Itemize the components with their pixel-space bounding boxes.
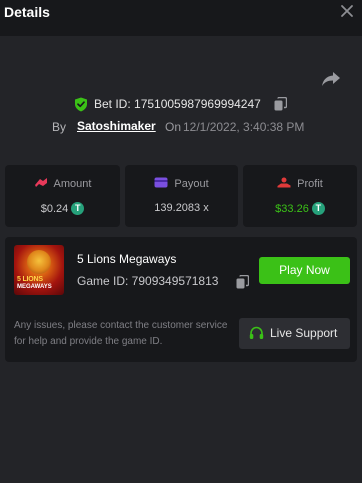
payout-value: 139.2083 x: [154, 202, 209, 214]
amount-value: $0.24: [40, 203, 69, 215]
header-bar: Details: [0, 0, 362, 36]
by-label: By: [52, 120, 67, 134]
play-now-button[interactable]: Play Now: [259, 257, 350, 284]
profit-value: $33.26: [275, 203, 309, 215]
thumbnail-title-line-2: MEGAWAYS: [17, 284, 52, 290]
game-id: Game ID: 7909349571813: [77, 274, 219, 288]
on-label: On: [165, 120, 182, 134]
headset-icon: [249, 326, 264, 339]
user-link[interactable]: Satoshimaker: [77, 119, 156, 133]
page-title: Details: [4, 4, 50, 20]
tether-coin-icon: [311, 202, 325, 215]
payout-card: Payout 139.2083 x: [125, 165, 238, 227]
game-name[interactable]: 5 Lions Megaways: [77, 252, 176, 266]
bet-author-row: By Satoshimaker On 12/1/2022, 3:40:38 PM: [0, 118, 362, 136]
bet-id-row: Bet ID: 1751005987969994247: [0, 96, 362, 114]
tether-coin-icon: [71, 202, 85, 215]
game-thumbnail[interactable]: 5 LIONS MEGAWAYS: [14, 245, 64, 295]
payout-label: Payout: [174, 178, 209, 190]
game-card: 5 LIONS MEGAWAYS 5 Lions Megaways Game I…: [5, 237, 357, 362]
amount-card: Amount $0.24: [5, 165, 120, 227]
lion-artwork: [27, 250, 51, 274]
copy-icon[interactable]: [236, 275, 249, 289]
share-icon[interactable]: [321, 71, 341, 87]
shield-check-icon: [75, 97, 87, 112]
close-icon[interactable]: [340, 4, 354, 18]
profit-card: Profit $33.26: [243, 165, 357, 227]
bet-id: Bet ID: 1751005987969994247: [94, 97, 261, 111]
support-note: Any issues, please contact the customer …: [14, 320, 228, 347]
copy-icon[interactable]: [274, 97, 287, 111]
amount-label: Amount: [53, 178, 92, 190]
bet-date: 12/1/2022, 3:40:38 PM: [183, 120, 305, 134]
thumbnail-title-line-1: 5 LIONS: [17, 276, 43, 283]
wallet-icon: [154, 177, 168, 188]
profit-label: Profit: [297, 178, 323, 190]
live-support-button[interactable]: Live Support: [239, 318, 350, 349]
profit-icon: [277, 177, 291, 188]
live-support-label: Live Support: [270, 326, 338, 340]
amount-icon: [34, 178, 47, 187]
